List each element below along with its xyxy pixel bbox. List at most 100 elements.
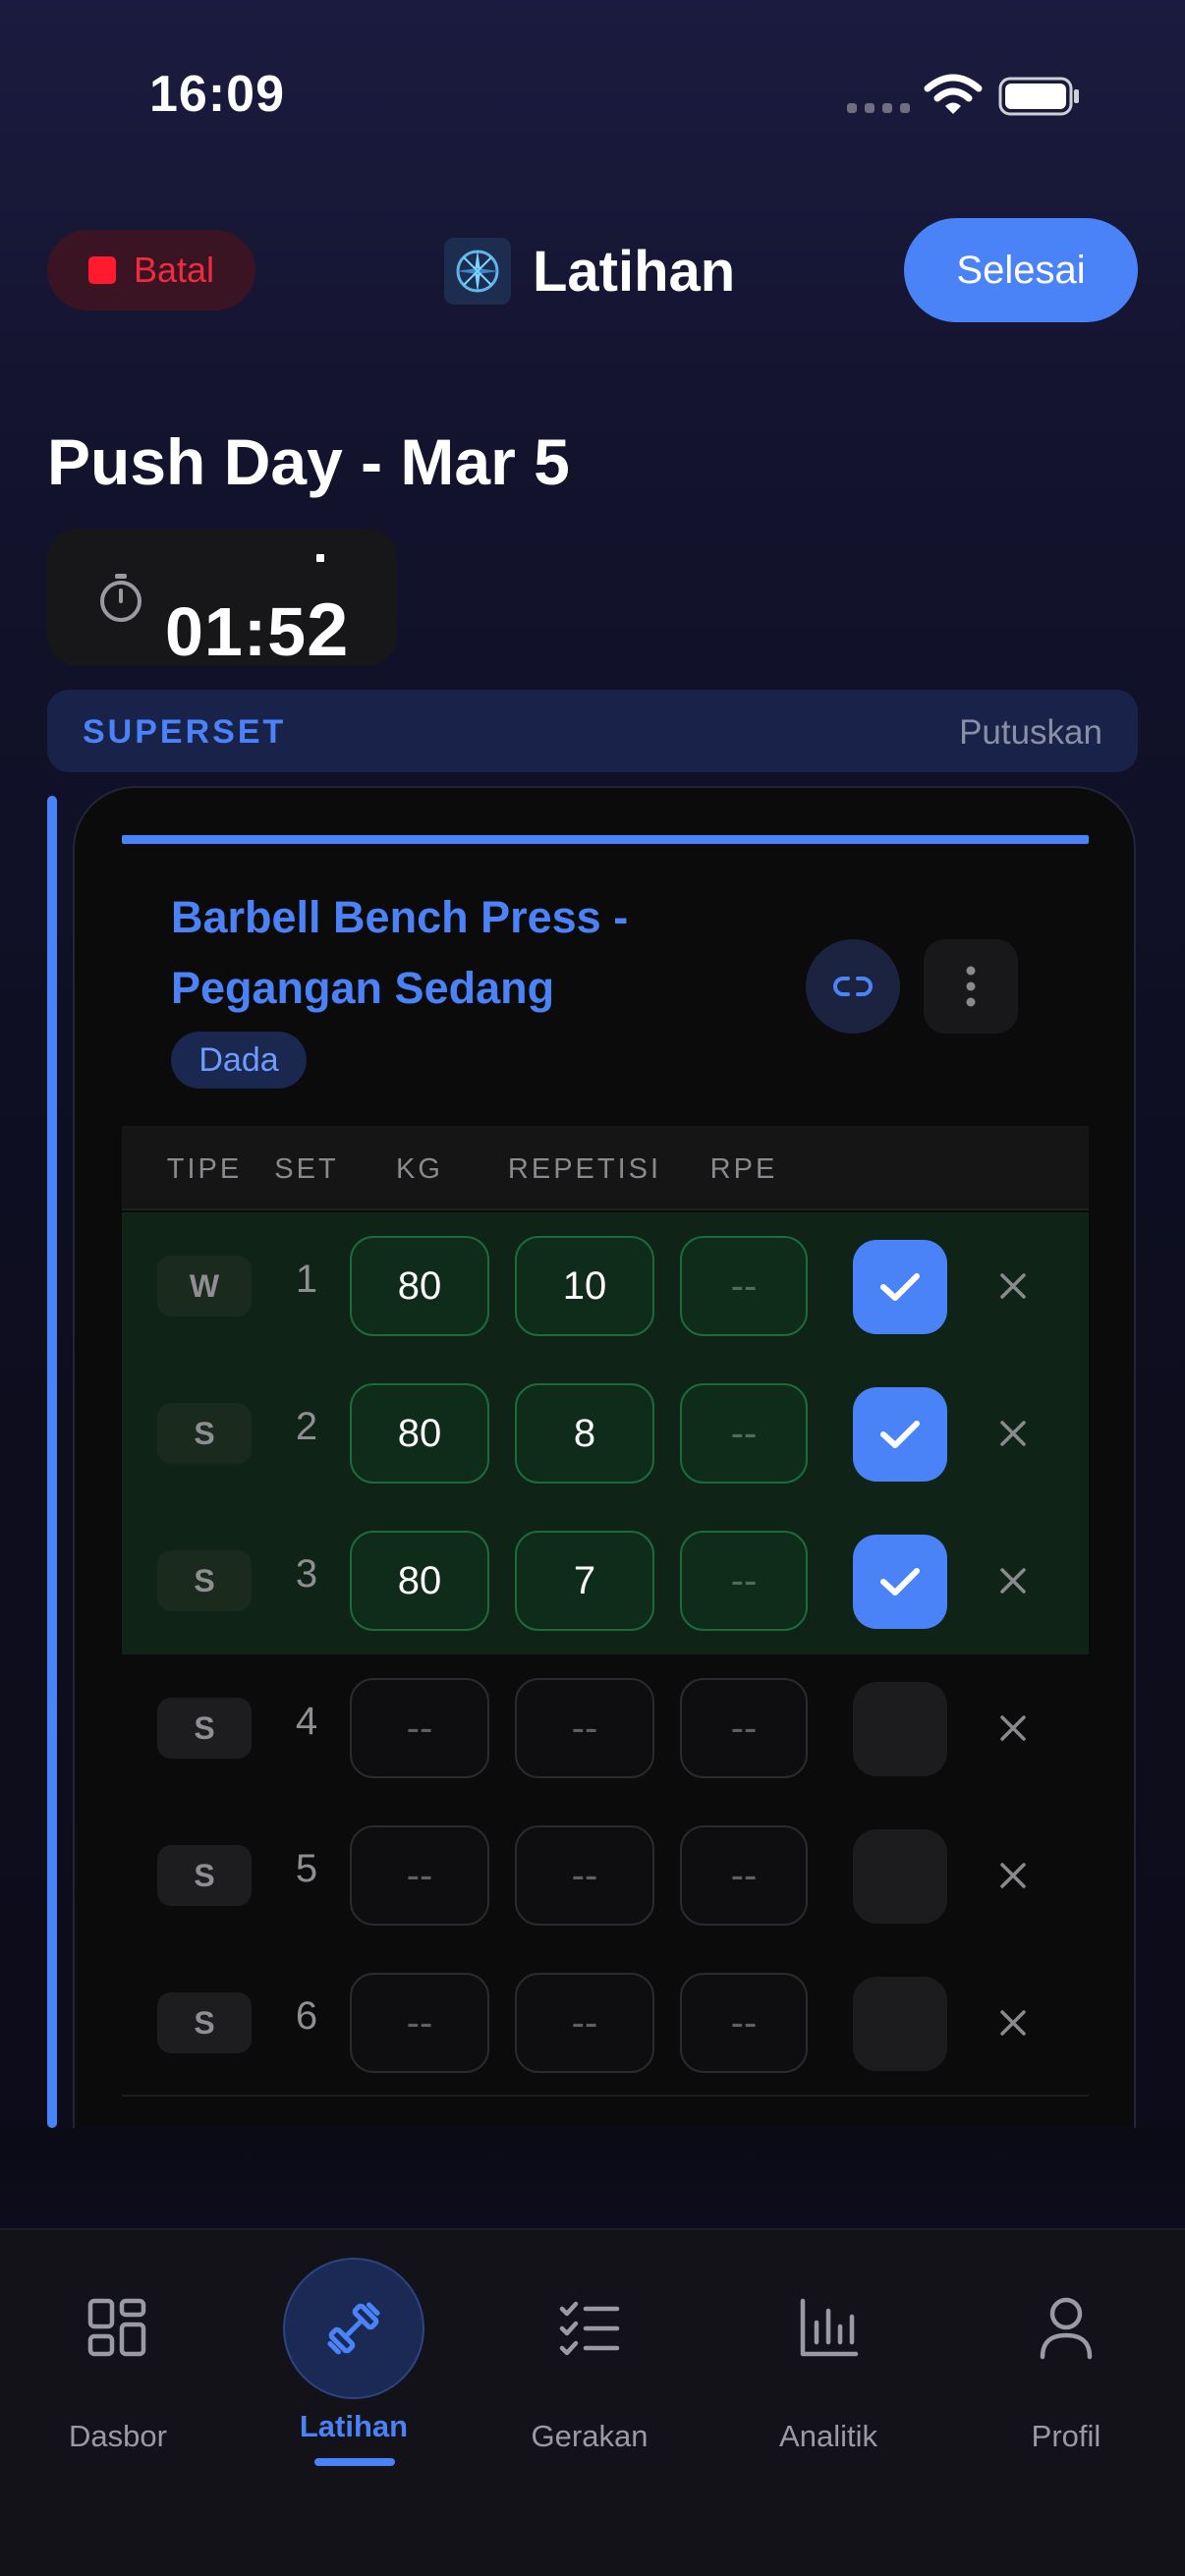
delete-set-button[interactable] [988, 1409, 1038, 1458]
table-divider [122, 2095, 1089, 2097]
tab-label: Analitik [779, 2419, 877, 2453]
exercise-card: Barbell Bench Press - Pegangan Sedang Da… [73, 786, 1136, 2128]
set-type-badge[interactable]: W [157, 1256, 252, 1316]
rpe-input[interactable]: -- [680, 1678, 808, 1778]
reps-input[interactable]: -- [515, 1825, 654, 1926]
complete-set-checkbox[interactable] [853, 1829, 947, 1924]
rpe-input[interactable]: -- [680, 1383, 808, 1484]
reps-input[interactable]: 7 [515, 1531, 654, 1631]
page-title: Latihan [533, 239, 736, 304]
complete-set-checkbox[interactable] [853, 1240, 947, 1334]
break-superset-button[interactable]: Putuskan [959, 713, 1102, 753]
reps-input[interactable]: -- [515, 1678, 654, 1778]
reps-input[interactable]: 10 [515, 1236, 654, 1336]
delete-set-button[interactable] [988, 1704, 1038, 1753]
set-number: 2 [295, 1405, 318, 1448]
close-icon [1000, 1273, 1026, 1299]
stop-icon [87, 256, 116, 284]
workout-name[interactable]: Push Day - Mar 5 [47, 424, 570, 499]
stopwatch-icon [100, 574, 141, 622]
rpe-input[interactable]: -- [680, 1531, 808, 1631]
set-number: 5 [295, 1847, 318, 1890]
complete-set-checkbox[interactable] [853, 1977, 947, 2071]
close-icon [1000, 1863, 1026, 1888]
set-type-badge[interactable]: S [157, 1845, 252, 1906]
delete-set-button[interactable] [988, 1261, 1038, 1311]
set-row: S 5 -- -- -- [122, 1802, 1089, 1949]
close-icon [1000, 1568, 1026, 1594]
cellular-signal-icon [847, 103, 910, 113]
set-row: S 6 -- -- -- [122, 1949, 1089, 2097]
column-type: TIPE [166, 1153, 243, 1185]
superset-label: SUPERSET [83, 713, 287, 751]
column-kg: KG [396, 1153, 443, 1185]
kg-input[interactable]: 80 [350, 1383, 489, 1484]
workout-timer: 01:5 2 [47, 529, 397, 672]
checkmark-icon [880, 1421, 920, 1448]
status-time: 16:09 [149, 66, 285, 123]
kg-input[interactable]: 80 [350, 1236, 489, 1336]
finish-button[interactable]: Selesai [904, 218, 1138, 322]
tab-label: Latihan [299, 2409, 409, 2443]
set-type-badge[interactable]: S [157, 1992, 252, 2053]
bar-chart-icon [758, 2258, 899, 2399]
card-accent-line [122, 835, 1089, 844]
sets-table-header: TIPE SET KG REPETISI RPE [122, 1126, 1089, 1210]
set-number: 6 [295, 1994, 318, 2038]
reps-input[interactable]: 8 [515, 1383, 654, 1484]
set-row: W 1 80 10 -- [122, 1212, 1089, 1360]
column-set: SET [274, 1153, 339, 1185]
tab-label: Profil [1031, 2419, 1101, 2453]
tab-profile[interactable]: Profil [948, 2230, 1184, 2525]
delete-set-button[interactable] [988, 1851, 1038, 1900]
delete-set-button[interactable] [988, 1998, 1038, 2047]
kg-input[interactable]: -- [350, 1678, 489, 1778]
dumbbell-icon [283, 2258, 424, 2399]
cancel-button[interactable]: Batal [47, 230, 255, 310]
set-type-badge[interactable]: S [157, 1403, 252, 1464]
set-type-badge[interactable]: S [157, 1550, 252, 1611]
complete-set-checkbox[interactable] [853, 1387, 947, 1482]
set-row: S 4 -- -- -- [122, 1654, 1089, 1802]
tab-workout[interactable]: Latihan [236, 2230, 472, 2525]
complete-set-checkbox[interactable] [853, 1682, 947, 1776]
column-rpe: RPE [709, 1153, 778, 1185]
complete-set-checkbox[interactable] [853, 1535, 947, 1629]
superset-header: SUPERSET Putuskan [47, 690, 1138, 772]
tab-label: Dasbor [69, 2419, 167, 2453]
delete-set-button[interactable] [988, 1556, 1038, 1605]
bottom-tab-bar: Dasbor Latihan Gerakan Analitik Profil [0, 2228, 1185, 2576]
reps-input[interactable]: -- [515, 1973, 654, 2073]
tab-exercises[interactable]: Gerakan [472, 2230, 707, 2525]
dashboard-icon [47, 2258, 189, 2399]
close-icon [1000, 1715, 1026, 1741]
timer-value: 01:5 2 [165, 554, 350, 673]
set-number: 1 [295, 1258, 318, 1301]
close-icon [1000, 1421, 1026, 1446]
rpe-input[interactable]: -- [680, 1825, 808, 1926]
exercise-name[interactable]: Barbell Bench Press - Pegangan Sedang [171, 882, 721, 1024]
rpe-input[interactable]: -- [680, 1973, 808, 2073]
tab-analytics[interactable]: Analitik [710, 2230, 946, 2525]
kg-input[interactable]: -- [350, 1825, 489, 1926]
superset-link-button[interactable] [806, 939, 900, 1034]
timer-seconds-digit: 2 [307, 588, 350, 672]
timer-main: 01:5 [165, 593, 308, 670]
kg-input[interactable]: -- [350, 1973, 489, 2073]
checkmark-icon [880, 1568, 920, 1596]
close-icon [1000, 2010, 1026, 2036]
more-vertical-icon [966, 966, 976, 1007]
column-reps: REPETISI [507, 1153, 662, 1185]
checklist-icon [519, 2258, 660, 2399]
set-type-badge[interactable]: S [157, 1698, 252, 1759]
checkmark-icon [880, 1273, 920, 1301]
muscle-tag: Dada [171, 1032, 307, 1089]
superset-rail [47, 796, 57, 2128]
set-number: 3 [295, 1552, 318, 1596]
tab-dashboard[interactable]: Dasbor [0, 2230, 236, 2525]
more-options-button[interactable] [924, 939, 1018, 1034]
set-number: 4 [295, 1700, 318, 1743]
tab-label: Gerakan [531, 2419, 649, 2453]
kg-input[interactable]: 80 [350, 1531, 489, 1631]
rpe-input[interactable]: -- [680, 1236, 808, 1336]
